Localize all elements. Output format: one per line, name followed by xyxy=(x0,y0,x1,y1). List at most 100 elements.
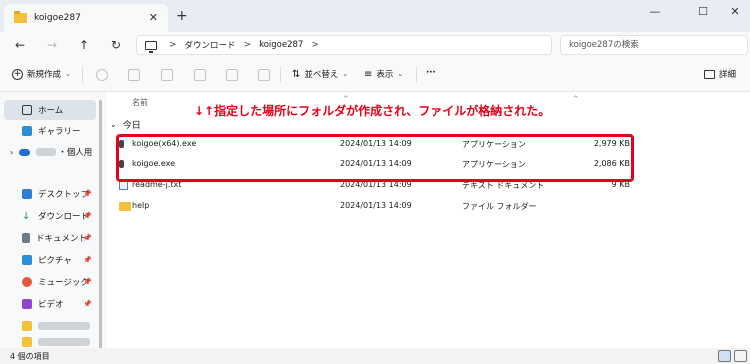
copy-icon[interactable] xyxy=(128,69,140,81)
folder-icon xyxy=(119,202,131,211)
document-icon xyxy=(22,233,30,243)
desktop-icon xyxy=(22,189,32,199)
new-button[interactable]: + 新規作成 ⌄ xyxy=(12,68,71,80)
sidebar-item-label: ・個人用 xyxy=(58,148,93,158)
this-pc-icon[interactable] xyxy=(145,40,157,53)
details-label: 詳細 xyxy=(719,70,737,80)
sort-icon: ⇅ xyxy=(292,68,301,80)
pin-icon: 📌 xyxy=(83,300,92,308)
file-list: 名前 ⌃ ⌃ ⌄ 今日 ↓↑指定した場所にフォルダが作成され、ファイルが格納され… xyxy=(106,92,750,348)
sidebar-item-label: ミュージック xyxy=(38,278,89,288)
forward-button[interactable]: → xyxy=(42,35,62,55)
sidebar-item-label: ドキュメント xyxy=(36,234,88,244)
sort-button[interactable]: ⇅ 並べ替え ⌄ xyxy=(292,68,349,81)
breadcrumb-separator[interactable]: > xyxy=(169,40,177,50)
toolbar-divider xyxy=(280,67,281,83)
view-icon: ≡ xyxy=(364,68,373,80)
breadcrumb-koigoe287[interactable]: koigoe287 xyxy=(259,40,303,50)
chevron-down-icon: ⌄ xyxy=(65,70,71,78)
breadcrumb-separator[interactable]: > xyxy=(311,40,319,50)
group-header-today[interactable]: ⌄ 今日 xyxy=(110,118,141,131)
tiles-view-icon[interactable] xyxy=(734,350,747,362)
status-bar: 4 個の項目 xyxy=(0,348,750,364)
tab-koigoe287[interactable]: koigoe287 ✕ xyxy=(4,4,168,32)
title-bar: koigoe287 ✕ + — ☐ ✕ xyxy=(0,0,750,32)
navigation-pane: ホーム ギャラリー › ・個人用 デスクトップ 📌 ↓ ダウンロード 📌 ドキュ… xyxy=(0,92,105,348)
column-header-name[interactable]: 名前 xyxy=(132,97,148,108)
rename-icon[interactable] xyxy=(194,69,206,81)
plus-circle-icon: + xyxy=(12,68,23,80)
sidebar-item-music[interactable]: ミュージック 📌 xyxy=(4,272,96,292)
view-label: 表示 xyxy=(376,70,394,80)
pin-icon: 📌 xyxy=(83,212,92,220)
sidebar-scrollbar[interactable] xyxy=(99,100,102,350)
folder-icon xyxy=(22,337,32,347)
new-tab-button[interactable]: + xyxy=(176,8,188,24)
cut-icon[interactable] xyxy=(96,69,108,81)
sidebar-item-label: デスクトップ xyxy=(38,190,90,200)
sidebar-item-label: ホーム xyxy=(38,106,64,116)
sidebar-item-label: ダウンロード xyxy=(38,212,90,222)
sidebar-item-desktop[interactable]: デスクトップ 📌 xyxy=(4,184,96,204)
view-button[interactable]: ≡ 表示 ⌄ xyxy=(364,68,404,81)
toolbar-divider xyxy=(416,67,417,83)
paste-icon[interactable] xyxy=(161,69,173,81)
cloud-icon xyxy=(19,148,31,156)
column-sort-indicator[interactable]: ⌃ xyxy=(572,95,580,105)
delete-icon[interactable] xyxy=(258,69,270,81)
annotation-text: ↓↑指定した場所にフォルダが作成され、ファイルが格納された。 xyxy=(194,104,551,118)
address-row: ← → ↑ ↻ > ダウンロード > koigoe287 > koigoe287… xyxy=(0,32,750,58)
chevron-down-icon: ⌄ xyxy=(342,70,349,78)
pin-icon: 📌 xyxy=(83,190,92,198)
breadcrumb-downloads[interactable]: ダウンロード xyxy=(185,39,236,51)
sidebar-item-home[interactable]: ホーム xyxy=(4,100,96,120)
file-date: 2024/01/13 14:09 xyxy=(340,201,412,210)
toolbar-divider xyxy=(82,67,83,83)
chevron-right-icon[interactable]: › xyxy=(10,148,13,157)
chevron-down-icon: ⌄ xyxy=(397,70,404,78)
refresh-button[interactable]: ↻ xyxy=(106,35,126,55)
folder-icon xyxy=(14,11,27,23)
file-row[interactable]: help 2024/01/13 14:09 ファイル フォルダー xyxy=(114,196,630,216)
details-pane-icon xyxy=(704,69,715,79)
folder-icon xyxy=(22,321,32,331)
pin-icon: 📌 xyxy=(83,278,92,286)
chevron-down-icon[interactable]: ⌄ xyxy=(110,120,117,129)
pin-icon: 📌 xyxy=(83,256,92,264)
more-options-button[interactable]: ··· xyxy=(426,68,436,78)
home-icon xyxy=(22,105,32,115)
search-input[interactable]: koigoe287の検索 xyxy=(560,35,748,55)
highlight-box xyxy=(116,134,634,182)
maximize-button[interactable]: ☐ xyxy=(694,5,712,18)
file-name: help xyxy=(132,201,150,210)
sidebar-item-videos[interactable]: ビデオ 📌 xyxy=(4,294,96,314)
sidebar-item-label: ギャラリー xyxy=(38,127,81,137)
sort-label: 並べ替え xyxy=(304,70,339,80)
pin-icon: 📌 xyxy=(83,234,92,242)
group-label: 今日 xyxy=(122,121,141,131)
sidebar-item-documents[interactable]: ドキュメント 📌 xyxy=(4,228,96,248)
redacted-name xyxy=(38,338,90,346)
breadcrumb-separator[interactable]: > xyxy=(244,40,252,50)
file-type: ファイル フォルダー xyxy=(462,202,537,211)
sidebar-item-label: ピクチャ xyxy=(38,256,72,266)
sidebar-item-gallery[interactable]: ギャラリー xyxy=(4,121,96,141)
share-icon[interactable] xyxy=(226,69,238,81)
redacted-name xyxy=(36,148,57,156)
tab-label: koigoe287 xyxy=(34,13,81,23)
sidebar-item-onedrive[interactable]: › ・個人用 xyxy=(4,142,96,162)
back-button[interactable]: ← xyxy=(10,35,30,55)
minimize-button[interactable]: — xyxy=(646,5,664,18)
sidebar-item-pictures[interactable]: ピクチャ 📌 xyxy=(4,250,96,270)
gallery-icon xyxy=(22,126,32,136)
new-button-label: 新規作成 xyxy=(27,70,62,80)
close-window-button[interactable]: ✕ xyxy=(726,5,744,18)
tab-close-icon[interactable]: ✕ xyxy=(149,11,158,24)
address-bar[interactable]: > ダウンロード > koigoe287 > xyxy=(136,35,552,55)
item-count: 4 個の項目 xyxy=(10,352,50,361)
up-button[interactable]: ↑ xyxy=(74,35,94,55)
details-button[interactable]: 詳細 xyxy=(704,68,736,80)
download-icon: ↓ xyxy=(22,210,31,222)
sidebar-item-downloads[interactable]: ↓ ダウンロード 📌 xyxy=(4,206,96,226)
details-view-icon[interactable] xyxy=(718,350,731,362)
